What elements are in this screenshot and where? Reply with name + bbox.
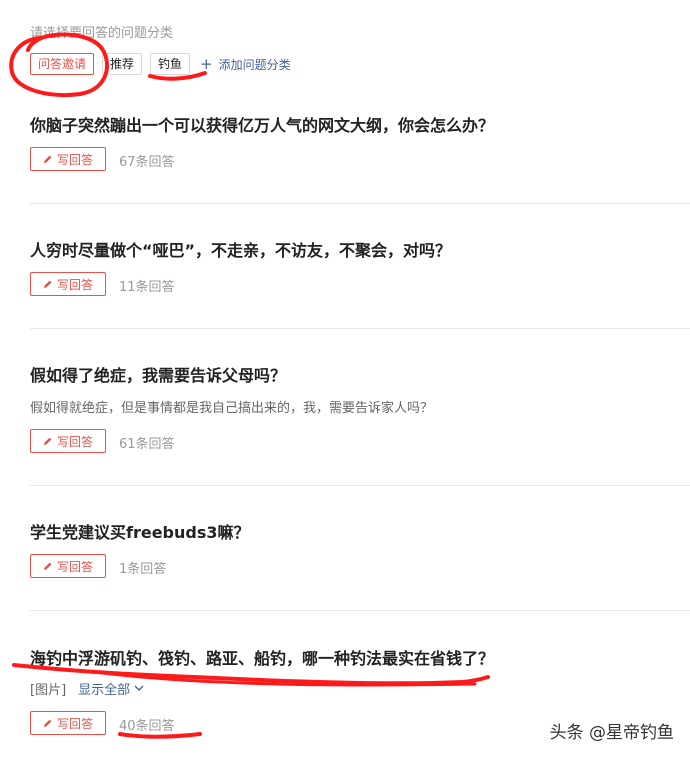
plus-icon: + (200, 54, 213, 73)
watermark: 头条 @星帝钓鱼 (549, 723, 674, 743)
annotation-underline-count (118, 732, 202, 739)
write-answer-label: 写回答 (56, 434, 93, 449)
divider (30, 610, 690, 611)
write-answer-button[interactable]: 写回答 (30, 147, 106, 171)
question-title[interactable]: 海钓中浮游矶钓、筏钓、路亚、船钓，哪一种钓法最实在省钱了？ (30, 645, 494, 669)
write-answer-button[interactable]: 写回答 (30, 429, 106, 453)
divider (30, 203, 690, 204)
add-category-label: 添加问题分类 (218, 57, 291, 72)
answer-count: 61条回答 (119, 437, 175, 452)
write-answer-button[interactable]: 写回答 (30, 711, 106, 735)
tab-recommended[interactable]: 推荐 (102, 53, 143, 75)
question-description: 假如得就绝症，但是事情都是我自己搞出来的，我，需要告诉家人吗？ (30, 401, 434, 416)
write-answer-label: 写回答 (56, 716, 93, 731)
divider (30, 328, 690, 329)
write-answer-label: 写回答 (56, 152, 93, 167)
write-answer-label: 写回答 (56, 277, 93, 292)
pencil-icon (43, 437, 52, 445)
question-title[interactable]: 学生党建议买freebuds3嘛？ (30, 519, 250, 543)
question-media-line: [图片] 显示全部 (30, 679, 144, 698)
divider (30, 485, 690, 486)
pencil-icon (43, 719, 52, 727)
category-hint: 请选择要回答的问题分类 (30, 26, 174, 41)
show-all-label: 显示全部 (78, 683, 131, 698)
question-title[interactable]: 人穷时尽量做个“哑巴”，不走亲，不访友，不聚会，对吗？ (30, 237, 451, 261)
tab-fishing[interactable]: 钓鱼 (150, 53, 191, 75)
answer-count: 40条回答 (119, 719, 175, 734)
answer-count: 67条回答 (119, 155, 175, 170)
show-all-link[interactable]: 显示全部 (78, 679, 144, 698)
pencil-icon (43, 280, 52, 288)
category-tabs: 问答邀请 推荐 钓鱼 + 添加问题分类 (30, 53, 291, 75)
image-tag: [图片] (30, 683, 67, 698)
write-answer-button[interactable]: 写回答 (30, 272, 106, 296)
annotation-underline-title-2 (93, 670, 477, 687)
question-title[interactable]: 假如得了绝症，我需要告诉父母吗？ (30, 362, 286, 386)
pencil-icon (43, 155, 52, 163)
chevron-down-icon (134, 685, 144, 691)
pencil-icon (43, 562, 52, 570)
answer-count: 1条回答 (119, 562, 167, 577)
add-category-button[interactable]: + 添加问题分类 (200, 56, 291, 73)
answer-count: 11条回答 (119, 280, 175, 295)
write-answer-button[interactable]: 写回答 (30, 554, 106, 578)
write-answer-label: 写回答 (56, 559, 93, 574)
question-title[interactable]: 你脑子突然蹦出一个可以获得亿万人气的网文大纲，你会怎么办？ (30, 112, 494, 136)
tab-invitations[interactable]: 问答邀请 (30, 53, 95, 75)
